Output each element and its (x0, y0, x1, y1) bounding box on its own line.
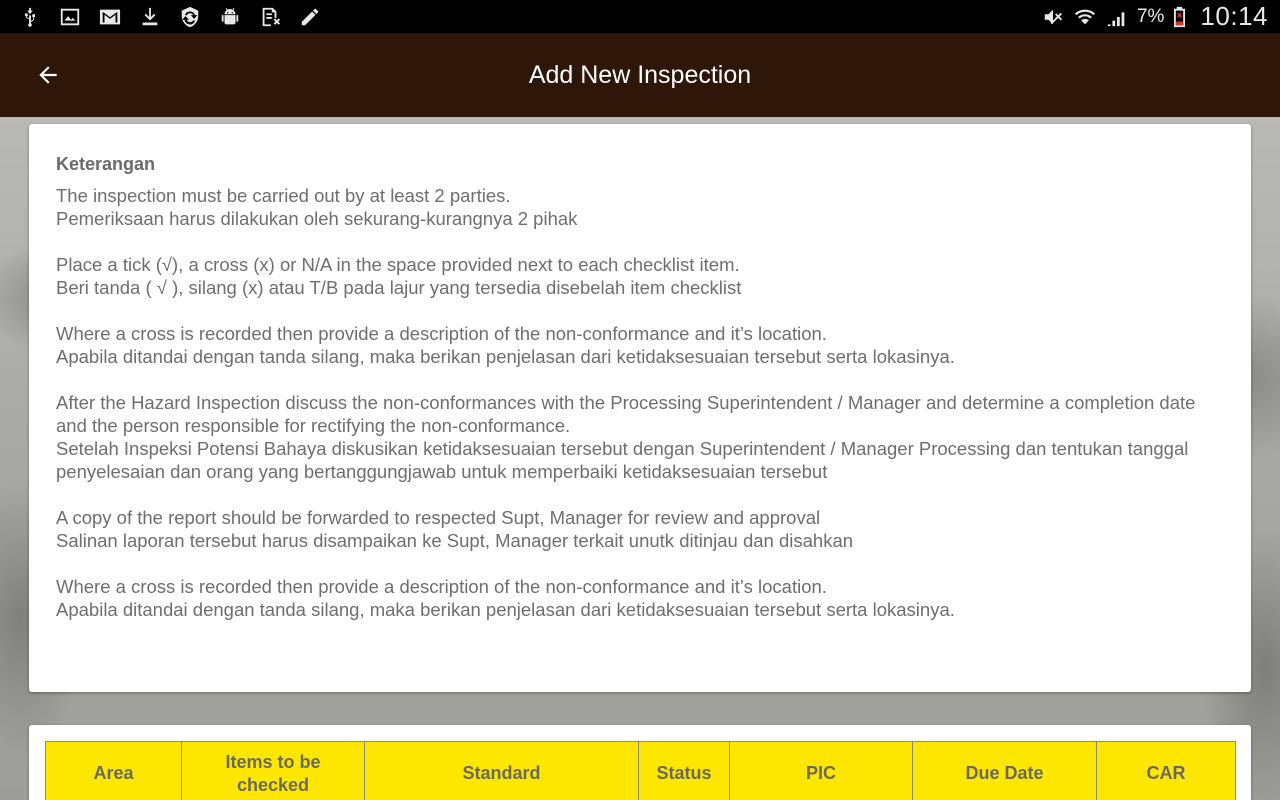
instruction-item: Place a tick (√), a cross (x) or N/A in … (56, 253, 1224, 299)
page-title: Add New Inspection (528, 60, 752, 89)
instruction-text-en: Where a cross is recorded then provide a… (56, 323, 827, 344)
instruction-item: Where a cross is recorded then provide a… (56, 322, 1224, 368)
instruction-text-id: Salinan laporan tersebut harus disampaik… (56, 530, 854, 551)
table-header-row: Area Items to be checked Standard Status… (45, 741, 1236, 800)
instruction-text-en: After the Hazard Inspection discuss the … (56, 392, 1196, 436)
instruction-text-en: A copy of the report should be forwarded… (56, 507, 821, 528)
instruction-text-id: Setelah Inspeksi Potensi Bahaya diskusik… (56, 438, 1189, 482)
column-header-area: Area (45, 741, 182, 800)
instruction-item: After the Hazard Inspection discuss the … (56, 391, 1224, 483)
android-debug-icon (218, 5, 242, 29)
instruction-item: Where a cross is recorded then provide a… (56, 575, 1224, 621)
mute-icon (1041, 5, 1065, 29)
shield-sync-icon (178, 5, 202, 29)
arrow-back-icon (39, 66, 57, 84)
status-bar: 7% 10:14 (0, 0, 1280, 33)
back-button[interactable] (28, 55, 68, 95)
clock: 10:14 (1200, 1, 1268, 31)
gmail-icon (98, 5, 122, 29)
column-header-car: CAR (1096, 741, 1236, 800)
checklist-card: Area Items to be checked Standard Status… (29, 725, 1251, 800)
instruction-text-id: Pemeriksaan harus dilakukan oleh sekuran… (56, 208, 578, 229)
notification-icons (18, 5, 322, 29)
column-header-pic: PIC (729, 741, 913, 800)
battery-percentage: 7% (1136, 5, 1165, 27)
instructions-card: Keterangan The inspection must be carrie… (29, 124, 1251, 692)
checklist-table: Area Items to be checked Standard Status… (45, 741, 1236, 800)
instructions-heading: Keterangan (56, 154, 156, 174)
image-icon (58, 5, 82, 29)
system-status: 7% 10:14 (1041, 1, 1268, 32)
instruction-text-en: Where a cross is recorded then provide a… (56, 576, 827, 597)
usb-icon (18, 5, 42, 29)
app-bar: Add New Inspection (0, 33, 1280, 117)
download-icon (138, 5, 162, 29)
instruction-item: A copy of the report should be forwarded… (56, 506, 1224, 552)
instruction-item: The inspection must be carried out by at… (56, 184, 1224, 230)
instruction-text-en: Place a tick (√), a cross (x) or N/A in … (56, 254, 740, 275)
column-header-status: Status (638, 741, 730, 800)
column-header-items: Items to be checked (181, 741, 365, 800)
instruction-text-id: Apabila ditandai dengan tanda silang, ma… (56, 346, 955, 367)
instruction-text-en: The inspection must be carried out by at… (56, 185, 511, 206)
instruction-text-id: Beri tanda ( √ ), silang (x) atau T/B pa… (56, 277, 742, 298)
wifi-icon (1073, 5, 1097, 29)
column-header-due-date: Due Date (912, 741, 1097, 800)
file-error-icon (258, 5, 282, 29)
pencil-icon (298, 5, 322, 29)
instruction-text-id: Apabila ditandai dengan tanda silang, ma… (56, 599, 955, 620)
signal-icon (1105, 5, 1129, 29)
column-header-standard: Standard (364, 741, 639, 800)
battery-low-icon (1172, 5, 1186, 29)
